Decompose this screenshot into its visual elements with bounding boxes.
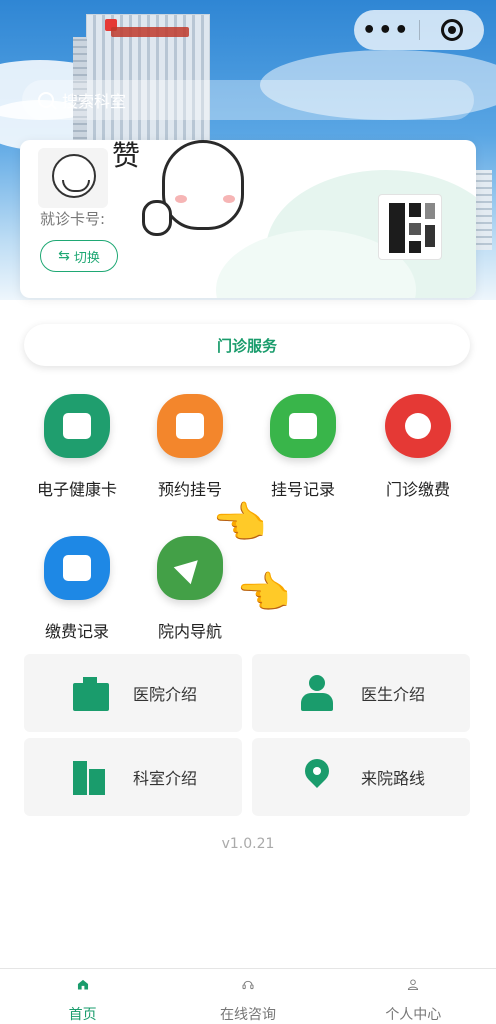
headset-icon [242, 980, 254, 990]
bill-record-icon [44, 536, 110, 600]
building-sign [111, 27, 189, 37]
hospital-intro-tile[interactable]: 医院介绍 [24, 654, 242, 732]
medical-card: 赞 就诊卡号: ⇆ 切换 [20, 140, 476, 298]
search-icon [38, 92, 54, 108]
service-label: 电子健康卡 [36, 480, 117, 499]
map-pin-icon [297, 754, 337, 795]
tab-home[interactable]: 首页 [0, 969, 165, 1024]
hospital-icon [69, 675, 109, 711]
service-navigation[interactable]: 院内导航 [135, 536, 245, 642]
tab-bar: 首页 在线咨询 个人中心 [0, 968, 496, 1024]
service-appointment[interactable]: 预约挂号 [135, 394, 245, 500]
department-intro-tile[interactable]: 科室介绍 [24, 738, 242, 816]
outpatient-service-header[interactable]: 门诊服务 [24, 324, 470, 366]
route-intro-tile[interactable]: 来院路线 [252, 738, 470, 816]
miniprogram-capsule: ••• [354, 10, 484, 50]
pointing-hand-icon: 👈 [236, 568, 291, 619]
service-label: 缴费记录 [44, 622, 109, 641]
close-button[interactable] [420, 19, 485, 41]
switch-card-button[interactable]: ⇆ 切换 [40, 240, 118, 272]
tab-profile[interactable]: 个人中心 [331, 969, 496, 1024]
service-title: 门诊服务 [216, 336, 277, 355]
tab-label: 在线咨询 [219, 1007, 276, 1023]
qr-code[interactable] [378, 194, 442, 260]
target-circle-icon [440, 19, 463, 41]
tab-label: 首页 [68, 1007, 97, 1023]
tile-label: 医生介绍 [360, 685, 425, 704]
switch-label: 切换 [73, 250, 100, 266]
service-label: 挂号记录 [270, 480, 335, 499]
user-icon [408, 979, 419, 990]
more-dots-icon[interactable]: ••• [354, 18, 419, 43]
version-text: v1.0.21 [221, 836, 275, 852]
health-card-icon [44, 394, 110, 458]
service-health-card[interactable]: 电子健康卡 [22, 394, 132, 500]
service-label: 门诊缴费 [385, 480, 450, 499]
meme-sticker-face [38, 148, 108, 208]
service-outpatient-payment[interactable]: 门诊缴费 [363, 394, 473, 500]
service-registration-record[interactable]: 挂号记录 [248, 394, 358, 500]
service-label: 院内导航 [157, 622, 222, 641]
sticker-text: 赞 [112, 140, 141, 172]
payment-hand-icon [385, 394, 451, 458]
tab-label: 个人中心 [385, 1007, 442, 1023]
meme-sticker-character [142, 140, 244, 250]
calendar-check-icon [270, 394, 336, 458]
department-icon [69, 759, 109, 795]
tab-online-consult[interactable]: 在线咨询 [165, 969, 330, 1024]
doctor-intro-tile[interactable]: 医生介绍 [252, 654, 470, 732]
calendar-clock-icon [157, 394, 223, 458]
search-bar[interactable]: 搜索科室 [22, 80, 474, 120]
swap-arrows-icon: ⇆ [58, 248, 70, 264]
tile-label: 来院路线 [360, 769, 425, 788]
pointing-hand-icon: 👈 [212, 498, 267, 549]
service-label: 预约挂号 [157, 480, 222, 499]
tile-label: 医院介绍 [132, 685, 197, 704]
home-icon [77, 979, 88, 990]
search-placeholder: 搜索科室 [62, 92, 127, 111]
doctor-icon [297, 675, 337, 711]
service-payment-record[interactable]: 缴费记录 [22, 536, 132, 642]
card-number-label: 就诊卡号: [40, 210, 106, 228]
tile-label: 科室介绍 [132, 769, 197, 788]
